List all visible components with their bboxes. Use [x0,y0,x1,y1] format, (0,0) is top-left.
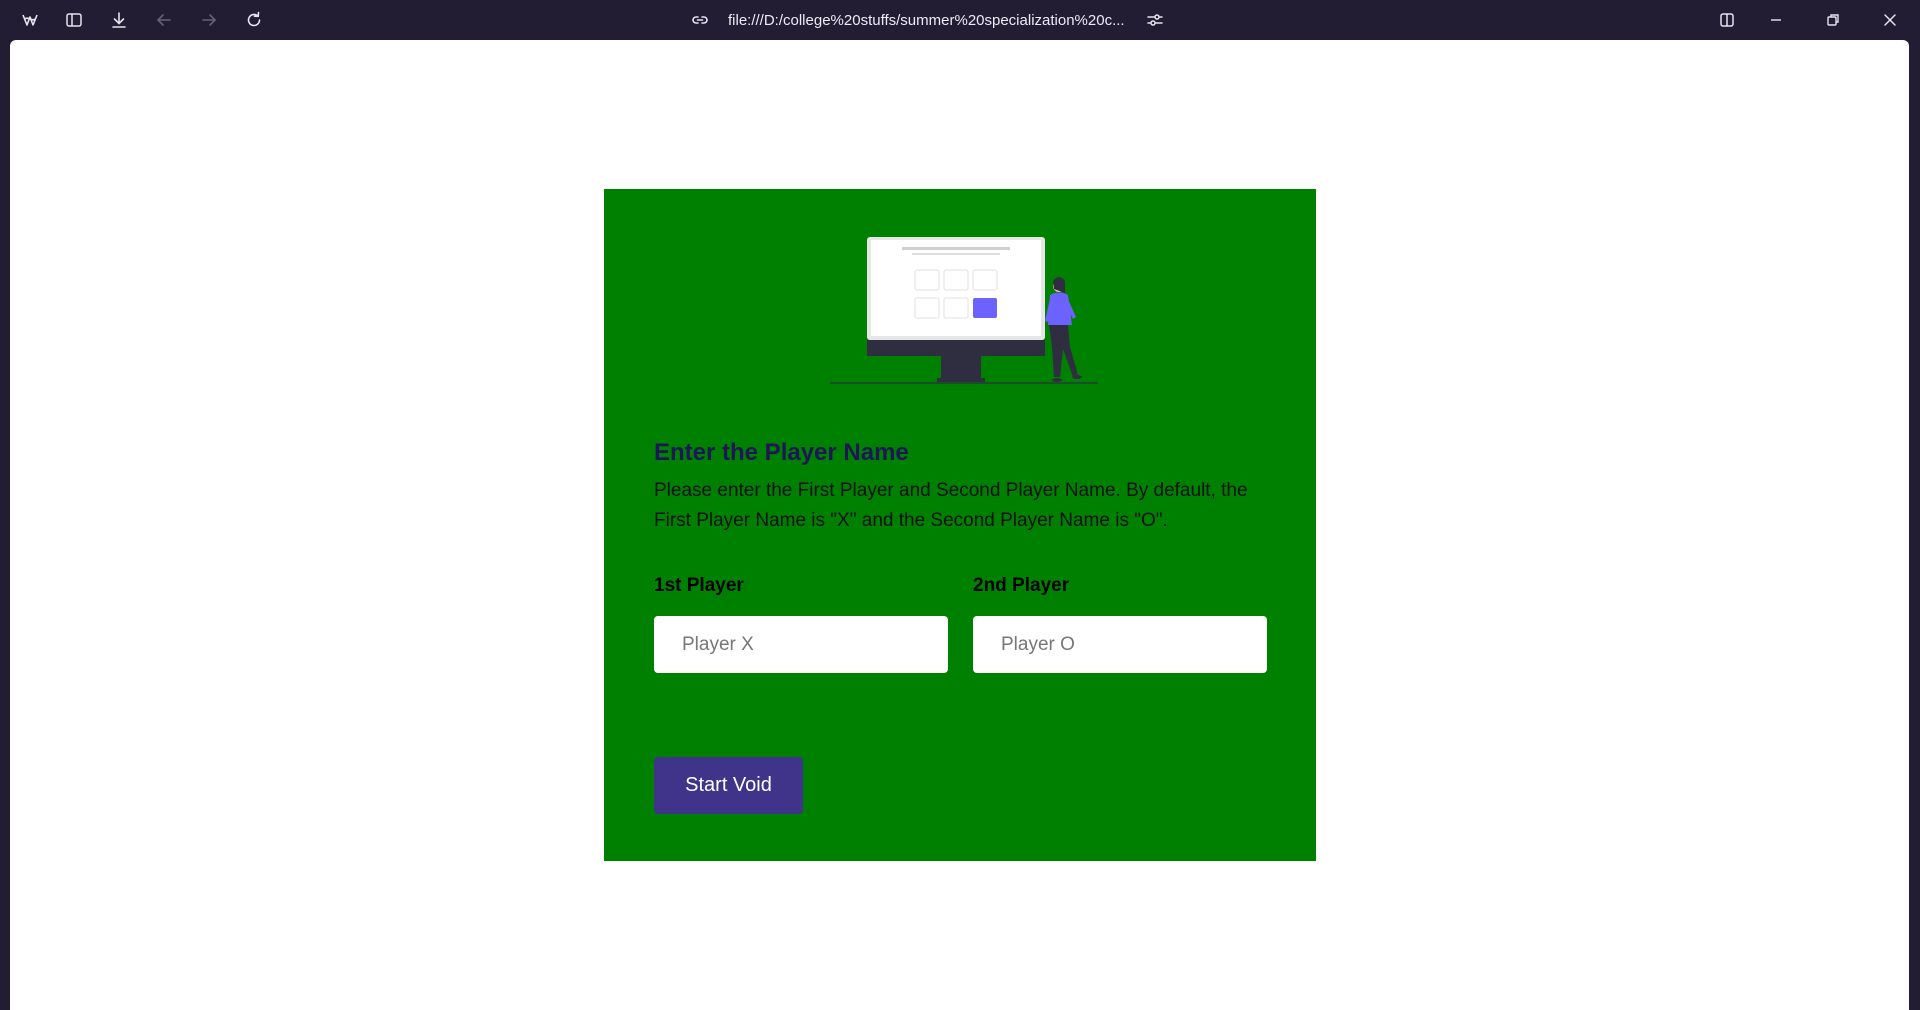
download-icon[interactable] [97,0,141,40]
browser-toolbar: file:///D:/college%20stuffs/summer%20spe… [0,0,1920,40]
reload-icon[interactable] [232,0,276,40]
url-text[interactable]: file:///D:/college%20stuffs/summer%20spe… [728,12,1125,29]
player1-label: 1st Player [654,575,744,596]
start-button[interactable]: Start Void [654,757,803,814]
site-settings-icon[interactable] [1145,10,1165,30]
player1-name-input[interactable] [654,616,948,673]
player2-label: 2nd Player [973,575,1070,596]
back-icon[interactable] [142,0,186,40]
page-viewport: Enter the Player Name Please enter the F… [10,40,1909,1010]
address-bar[interactable]: file:///D:/college%20stuffs/summer%20spe… [690,0,1165,40]
split-view-icon[interactable] [1705,0,1749,40]
player2-name-input[interactable] [973,616,1267,673]
player-name-card: Enter the Player Name Please enter the F… [604,189,1316,861]
computer-illustration [830,237,1098,384]
page-title: Enter the Player Name [654,439,909,466]
minimize-icon[interactable] [1754,0,1798,40]
restore-icon[interactable] [1811,0,1855,40]
forward-icon[interactable] [187,0,231,40]
sidebar-icon[interactable] [52,0,96,40]
app-logo-icon[interactable] [8,0,52,40]
instructions-text: Please enter the First Player and Second… [654,480,1248,531]
link-icon [690,10,710,30]
close-icon[interactable] [1868,0,1912,40]
